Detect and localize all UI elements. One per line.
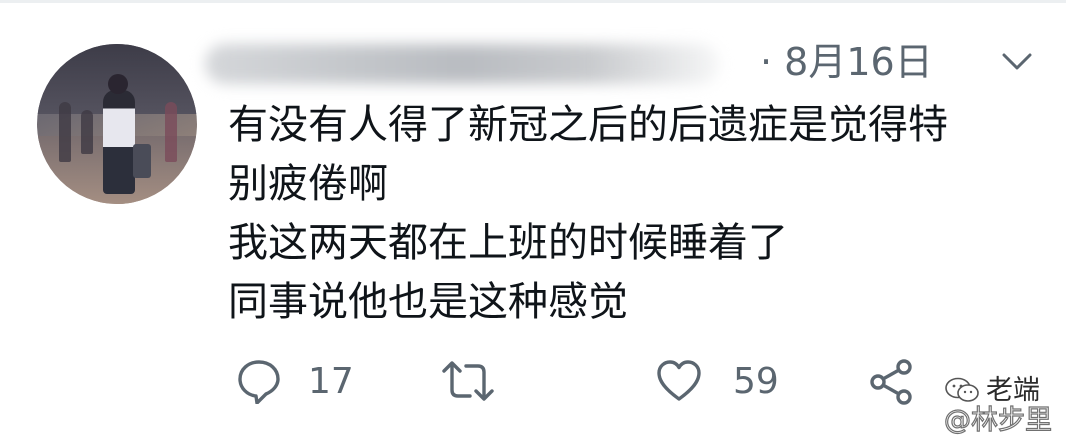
tweet-text-line: 有没有人得了新冠之后的后遗症是觉得特 [228,102,948,148]
avatar-bystander [165,102,177,162]
retweet-icon [442,361,494,401]
avatar-bystander [81,110,93,154]
avatar-person [103,90,135,194]
tweet-text-line: 别疲倦啊 [228,161,388,207]
avatar-bystander [59,102,71,162]
watermark-handle: @林步里 [943,404,1052,436]
top-divider [0,0,1066,3]
tweet-text-line: 我这两天都在上班的时候睡着了 [228,220,788,266]
avatar-bag [133,144,151,178]
heart-icon [657,360,701,401]
avatar[interactable] [37,44,197,204]
like-count: 59 [733,361,779,402]
tweet-date[interactable]: · 8月16日 [760,38,933,86]
reply-bubble-icon [238,360,280,404]
author-name-blurred[interactable] [205,44,720,84]
avatar-person-head [108,74,128,94]
chevron-down-icon[interactable] [1000,46,1034,76]
reply-count: 17 [308,361,354,402]
tweet-text: 有没有人得了新冠之后的后遗症是觉得特 别疲倦啊 我这两天都在上班的时候睡着了 同… [228,96,1048,332]
tweet-text-line: 同事说他也是这种感觉 [228,279,628,325]
share-icon [870,359,912,405]
